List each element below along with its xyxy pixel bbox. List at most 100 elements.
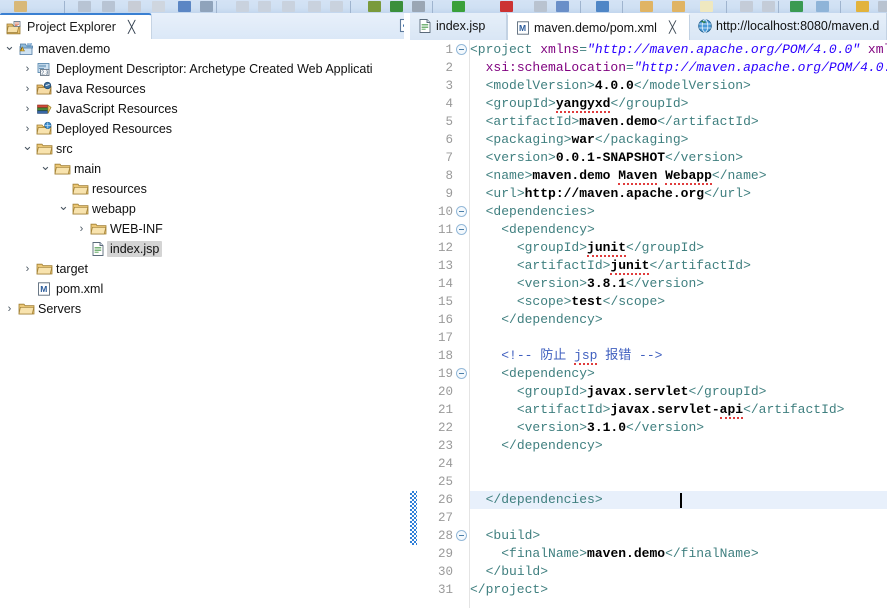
code-line[interactable]: <artifactId>maven.demo</artifactId> (470, 113, 759, 131)
new-package-icon[interactable] (672, 1, 685, 12)
back-icon[interactable] (308, 1, 321, 12)
chevron-down-icon[interactable]: ⌄ (40, 159, 51, 172)
new-file-icon[interactable] (700, 1, 713, 12)
editor-tab-index-jsp[interactable]: index.jsp (410, 13, 507, 40)
xml-editor[interactable]: 1 2 3 4 5 6 7 8 9 10 11 12 13 14 15 16 17 18 19 20 21 22 23 24 2… (410, 40, 887, 608)
code-token-tag: <build> (485, 528, 541, 543)
chevron-right-icon[interactable]: › (22, 63, 33, 75)
chevron-right-icon[interactable]: › (76, 223, 87, 235)
new-icon[interactable] (14, 1, 27, 12)
tree-item-deployed-resources[interactable]: › Deployed Resources (0, 119, 404, 139)
code-line[interactable]: <dependency> (470, 365, 595, 383)
forward-icon[interactable] (330, 1, 343, 12)
save-all-icon[interactable] (102, 1, 115, 12)
tree-item-index-jsp[interactable]: index.jsp (0, 239, 404, 259)
code-line[interactable]: <finalName>maven.demo</finalName> (470, 545, 758, 563)
code-token-tag: </dependencies> (485, 492, 603, 507)
code-line[interactable]: <project xmlns="http://maven.apache.org/… (470, 41, 887, 59)
code-content[interactable]: <project xmlns="http://maven.apache.org/… (470, 40, 887, 608)
code-line[interactable]: </dependency> (470, 311, 602, 329)
chevron-right-icon[interactable]: › (22, 83, 33, 95)
task-icon[interactable] (856, 1, 869, 12)
code-line[interactable]: </dependency> (470, 437, 602, 455)
deployment-descriptor-icon: 2.3 (37, 63, 50, 76)
code-line[interactable]: </project> (470, 581, 548, 599)
tree-item-web-inf[interactable]: › WEB-INF (0, 219, 404, 239)
debug-icon[interactable] (368, 1, 381, 12)
code-line[interactable]: <packaging>war</packaging> (470, 131, 689, 149)
code-line[interactable]: <version>3.1.0</version> (470, 419, 704, 437)
code-line[interactable]: <modelVersion>4.0.0</modelVersion> (470, 77, 751, 95)
tree-item-deployment-descriptor-archetype-created-web-applicati[interactable]: › 2.3 Deployment Descriptor: Archetype Cre… (0, 59, 404, 79)
code-line[interactable]: <!-- 防止 jsp 报错 --> (470, 347, 662, 365)
fold-collapse-icon[interactable] (456, 530, 467, 541)
validate-icon[interactable] (534, 1, 547, 12)
maven-icon[interactable] (556, 1, 569, 12)
eclipse-main-toolbar[interactable] (0, 0, 887, 14)
tree-item-servers[interactable]: › Servers (0, 299, 404, 319)
save-icon[interactable] (78, 1, 91, 12)
code-line[interactable]: <groupId>yangyxd</groupId> (470, 95, 688, 113)
code-line[interactable]: <groupId>javax.servlet</groupId> (470, 383, 767, 401)
tree-item-java-resources[interactable]: › Java Resources (0, 79, 404, 99)
code-line[interactable]: </dependencies> (470, 491, 887, 509)
prev-annotation-icon[interactable] (282, 1, 295, 12)
tree-item-pom-xml[interactable]: Mpom.xml (0, 279, 404, 299)
build-icon[interactable] (178, 1, 191, 12)
run-icon[interactable] (390, 1, 403, 12)
close-icon[interactable]: ╳ (128, 20, 135, 34)
tab-project-explorer[interactable]: Project Explorer ╳ (0, 13, 152, 39)
tree-item-main[interactable]: ⌄ main (0, 159, 404, 179)
fold-collapse-icon[interactable] (456, 44, 467, 55)
code-line[interactable]: <name>maven.demo Maven Webapp</name> (470, 167, 767, 185)
chevron-right-icon[interactable]: › (22, 263, 33, 275)
code-line[interactable]: <dependency> (470, 221, 595, 239)
code-line[interactable]: <dependencies> (470, 203, 595, 221)
print-icon[interactable] (128, 1, 141, 12)
git-icon[interactable] (790, 1, 803, 12)
open-type-icon[interactable] (740, 1, 753, 12)
server-icon[interactable] (452, 1, 465, 12)
chevron-right-icon[interactable]: › (4, 303, 15, 315)
code-line[interactable]: <version>0.0.1-SNAPSHOT</version> (470, 149, 743, 167)
fold-collapse-icon[interactable] (456, 224, 467, 235)
editor-tab-maven-demo-pom-xml[interactable]: Mmaven.demo/pom.xml ╳ (507, 13, 690, 40)
search-icon[interactable] (236, 1, 249, 12)
stop-icon[interactable] (500, 1, 513, 12)
new-folder-icon[interactable] (640, 1, 653, 12)
profile-icon[interactable] (412, 1, 425, 12)
chevron-down-icon[interactable]: ⌄ (58, 199, 69, 212)
tree-item-webapp[interactable]: ⌄ webapp (0, 199, 404, 219)
more-icon[interactable] (878, 1, 887, 12)
fold-collapse-icon[interactable] (456, 368, 467, 379)
code-line[interactable]: <groupId>junit</groupId> (470, 239, 704, 257)
tree-item-target[interactable]: › target (0, 259, 404, 279)
open-resource-icon[interactable] (762, 1, 775, 12)
next-annotation-icon[interactable] (258, 1, 271, 12)
perspective-icon[interactable] (816, 1, 829, 12)
tree-item-javascript-resources[interactable]: › JavaScript Resources (0, 99, 404, 119)
chevron-right-icon[interactable]: › (22, 103, 33, 115)
code-line[interactable]: <build> (470, 527, 541, 545)
chevron-down-icon[interactable]: ⌄ (22, 139, 33, 152)
project-explorer-tree[interactable]: ⌄ M! maven.demo › 2.3 Deployment Descriptor: … (0, 39, 404, 608)
code-line[interactable]: <scope>test</scope> (470, 293, 665, 311)
fold-collapse-icon[interactable] (456, 206, 467, 217)
code-line[interactable]: xsi:schemaLocation="http://maven.apache.… (470, 59, 887, 77)
tree-item-src[interactable]: ⌄ src (0, 139, 404, 159)
code-line[interactable]: <url>http://maven.apache.org</url> (470, 185, 751, 203)
dropdown-icon[interactable] (200, 1, 213, 12)
code-line[interactable]: <artifactId>junit</artifactId> (470, 257, 751, 275)
code-folding-column[interactable] (455, 40, 469, 608)
tree-item-maven-demo[interactable]: ⌄ M! maven.demo (0, 39, 404, 59)
editor-tab-http-localhost-8080-maven-d[interactable]: http://localhost:8080/maven.d (690, 13, 887, 40)
close-icon[interactable]: ╳ (669, 21, 676, 36)
code-line[interactable]: <artifactId>javax.servlet-api</artifactI… (470, 401, 844, 419)
chevron-down-icon[interactable]: ⌄ (4, 39, 15, 52)
chevron-right-icon[interactable]: › (22, 123, 33, 135)
export-icon[interactable] (152, 1, 165, 12)
code-line[interactable]: <version>3.8.1</version> (470, 275, 704, 293)
tree-item-resources[interactable]: resources (0, 179, 404, 199)
new-class-icon[interactable] (596, 1, 609, 12)
code-line[interactable]: </build> (470, 563, 548, 581)
